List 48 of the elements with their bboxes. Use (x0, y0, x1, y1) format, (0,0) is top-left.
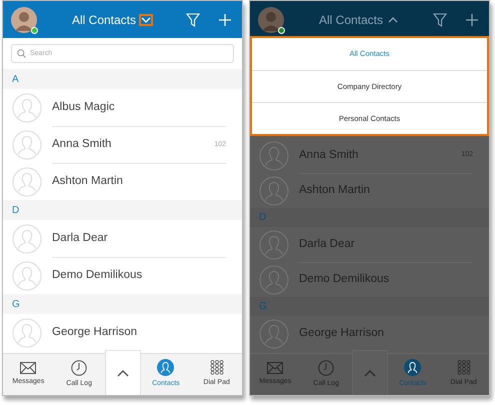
person-icon (404, 359, 422, 376)
clock-icon (71, 360, 88, 376)
avatar-icon (12, 260, 42, 290)
avatar[interactable] (11, 6, 37, 32)
envelope-icon (267, 362, 284, 374)
contact-name: Ashton Martin (52, 174, 124, 190)
section-letter: G (12, 298, 20, 312)
chevron-down-icon[interactable] (139, 14, 154, 26)
envelope-icon (20, 362, 36, 374)
search-icon (17, 49, 26, 58)
avatar-icon (259, 318, 289, 348)
avatar-icon (12, 130, 42, 160)
contact-row[interactable]: George Harrison (3, 314, 242, 351)
dial-pad-icon (456, 360, 471, 376)
contact-name: George Harrison (52, 324, 138, 340)
avatar-icon (12, 224, 42, 254)
avatar-icon (259, 264, 289, 294)
contact-name: Albus Magic (52, 100, 116, 115)
contact-name: Demo Demilikous (52, 268, 144, 284)
contact-name: Darla Dear (299, 236, 356, 252)
filter-icon[interactable] (433, 12, 447, 26)
avatar-icon (12, 92, 42, 122)
person-icon (157, 359, 174, 376)
header-title[interactable]: All Contacts (318, 10, 384, 28)
avatar-icon (12, 166, 42, 196)
contact-name: George Harrison (299, 326, 386, 341)
contact-row[interactable]: Darla Dear (3, 220, 242, 257)
section-letter: D (12, 204, 20, 218)
contact-name: Anna Smith (52, 137, 112, 152)
section-letter: D (259, 211, 266, 225)
contact-name: Darla Dear (52, 230, 109, 246)
avatar-icon (259, 176, 289, 206)
avatar-icon (259, 230, 289, 260)
contact-name: Ashton Martin (299, 183, 371, 198)
header-title[interactable]: All Contacts (72, 10, 136, 28)
dial-pad-icon (210, 360, 224, 376)
chevron-up-icon (116, 370, 128, 376)
avatar[interactable] (258, 6, 284, 32)
contact-name: Demo Demilikous (299, 272, 390, 288)
avatar-icon (12, 318, 42, 348)
section-letter: A (12, 72, 19, 86)
section-letter: G (259, 300, 267, 314)
avatar-icon (259, 140, 289, 170)
contact-row[interactable]: Albus Magic (3, 89, 242, 126)
clock-icon (318, 360, 334, 376)
add-icon[interactable] (465, 12, 479, 26)
contact-name: Anna Smith (299, 148, 360, 163)
chevron-up-icon (364, 370, 376, 376)
